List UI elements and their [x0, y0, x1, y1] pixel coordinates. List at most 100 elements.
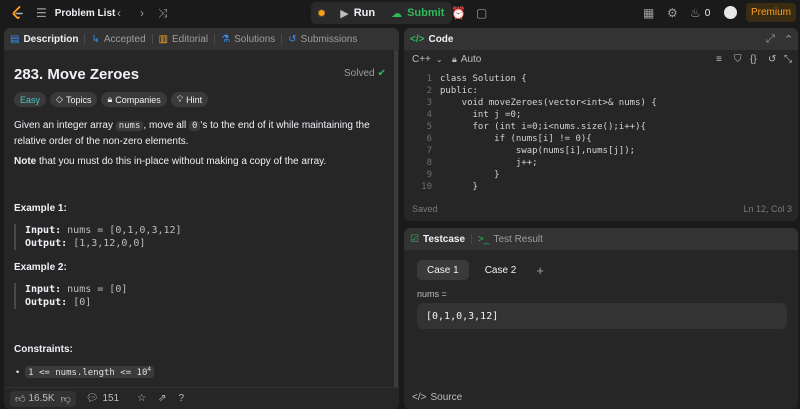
inline-code: nums: [115, 121, 144, 131]
thumbs-up-icon: 👍︎: [15, 393, 26, 405]
avatar[interactable]: [724, 6, 737, 19]
reset-icon[interactable]: ↺: [768, 54, 776, 65]
description-scrollbar[interactable]: [394, 50, 398, 409]
format-icon[interactable]: ≡: [716, 54, 722, 65]
hint-button[interactable]: 💡︎ Hint: [170, 92, 209, 107]
like-button[interactable]: 👍︎ 16.5K 👎︎: [10, 390, 76, 407]
nums-input[interactable]: [0,1,0,3,12]: [417, 303, 787, 329]
code-line: void moveZeroes(vector<int>& nums) {: [440, 98, 657, 108]
premium-button[interactable]: Premium: [746, 3, 796, 22]
tab-solutions[interactable]: ⚗ Solutions: [215, 28, 281, 50]
code-line: swap(nums[i],nums[j]);: [440, 146, 636, 156]
code-line: int j =0;: [440, 110, 522, 120]
description-icon: ▤: [10, 33, 20, 45]
tab-description[interactable]: ▤ Description: [4, 28, 84, 50]
output-label: Output:: [25, 238, 68, 249]
top-bar: ☰ Problem List ‹ › ⤨ ✹ ▶ Run ☁ Submit ⏰ …: [0, 0, 800, 26]
example2-block: Input: nums = [0] Output: [0]: [14, 283, 374, 309]
bookmark-icon[interactable]: ⛉: [734, 54, 742, 65]
code-brackets-icon: </>: [412, 392, 427, 403]
line-number: 3: [426, 98, 432, 108]
braces-icon[interactable]: {}: [750, 54, 757, 65]
nums-label: nums =: [417, 289, 447, 299]
debug-button[interactable]: ✹: [311, 2, 332, 24]
problem-description: Given an integer array nums, move all 0 '…: [14, 118, 384, 149]
like-count: 16.5K: [28, 393, 55, 404]
case-tabs: Case 1 Case 2 +: [417, 260, 548, 280]
leetcode-logo-icon[interactable]: [10, 5, 26, 21]
shuffle-icon[interactable]: ⤨: [158, 0, 168, 26]
input-value: nums = [0]: [67, 284, 128, 295]
bullet: •: [16, 367, 20, 377]
tab-description-label: Description: [23, 33, 79, 45]
prev-problem-icon[interactable]: ‹: [117, 0, 121, 26]
tab-solutions-label: Solutions: [234, 33, 276, 45]
code-line: if (nums[i] != 0){: [440, 134, 592, 144]
layout-icon[interactable]: ▦: [643, 0, 654, 26]
companies-button[interactable]: 🔒︎ Companies: [101, 92, 167, 107]
star-icon[interactable]: ☆: [137, 393, 146, 404]
example2-heading: Example 2:: [14, 262, 67, 273]
problem-title[interactable]: 283. Move Zeroes: [14, 66, 139, 83]
language-select[interactable]: C++ ⌄: [412, 54, 443, 65]
case-1-tab[interactable]: Case 1: [417, 260, 469, 280]
notes-icon[interactable]: ▢: [476, 0, 487, 26]
source-button[interactable]: </> Source: [412, 392, 462, 403]
collapse-icon[interactable]: ⌃: [784, 33, 793, 46]
output-value: [1,3,12,0,0]: [73, 238, 146, 249]
tab-code[interactable]: </> Code: [404, 28, 459, 50]
comment-icon: 💬︎: [85, 393, 99, 404]
code-panel: </> Code ⤢ ⌃ C++ ⌄ 🔒︎ Auto ≡ ⛉ {} ↺ ⤡ 1 …: [404, 28, 798, 221]
streak-counter[interactable]: ♨ 0: [690, 0, 710, 26]
tab-accepted[interactable]: ↳ Accepted: [85, 28, 151, 50]
left-tabbar: ▤ Description ↳ Accepted ▥ Editorial ⚗ S…: [4, 28, 399, 50]
line-number: 8: [426, 158, 432, 168]
topics-button[interactable]: ◇ Topics: [50, 92, 98, 107]
problem-list-button[interactable]: ☰ Problem List: [36, 0, 115, 26]
accepted-icon: ↳: [91, 33, 100, 45]
mode-label: Auto: [460, 53, 482, 65]
run-button[interactable]: ▶ Run: [332, 2, 383, 24]
line-number: 1: [426, 74, 432, 84]
tab-testcase[interactable]: ☑ Testcase: [404, 228, 471, 250]
tab-submissions[interactable]: ↺ Submissions: [282, 28, 363, 50]
streak-count: 0: [704, 7, 711, 19]
description-bottombar: 👍︎ 16.5K 👎︎ 💬︎ 151 ☆ ⇗ ?: [4, 387, 399, 409]
input-value: nums = [0,1,0,3,12]: [67, 225, 182, 236]
editor-toolbar: C++ ⌄ 🔒︎ Auto ≡ ⛉ {} ↺ ⤡: [404, 50, 798, 68]
submit-button[interactable]: ☁ Submit: [383, 2, 452, 24]
cursor-position: Ln 12, Col 3: [743, 204, 792, 214]
constraint-item: • 1 <= nums.length <= 104: [16, 366, 154, 378]
tab-editorial[interactable]: ▥ Editorial: [153, 28, 215, 50]
problem-note: Note that you must do this in-place with…: [14, 154, 384, 169]
help-icon[interactable]: ?: [179, 393, 185, 404]
list-icon: ☰: [36, 6, 47, 20]
add-case-button[interactable]: +: [532, 260, 548, 280]
fullscreen-icon[interactable]: ⤡: [784, 54, 792, 65]
panel-resize-handle[interactable]: [404, 222, 798, 227]
case-2-tab[interactable]: Case 2: [475, 260, 527, 280]
share-icon[interactable]: ⇗: [158, 393, 166, 404]
solved-label: Solved: [344, 68, 375, 79]
next-problem-icon[interactable]: ›: [140, 0, 144, 26]
comment-count: 151: [102, 393, 120, 404]
tab-test-result[interactable]: >_ Test Result: [472, 228, 549, 250]
inline-code: 0: [188, 121, 201, 131]
code-line: class Solution {: [440, 74, 527, 84]
lightbulb-icon: 💡︎: [176, 94, 184, 104]
settings-gear-icon[interactable]: ⚙: [667, 0, 678, 26]
lock-icon: 🔒︎: [107, 94, 113, 104]
note-text: that you must do this in-place without m…: [36, 156, 327, 167]
code-tabbar: </> Code ⤢ ⌃: [404, 28, 798, 50]
expand-icon[interactable]: ⤢: [766, 33, 775, 46]
line-number: 4: [426, 110, 432, 120]
timer-icon[interactable]: ⏰: [451, 0, 466, 26]
tab-code-label: Code: [428, 33, 454, 45]
tab-test-result-label: Test Result: [493, 233, 543, 245]
testcase-panel: ☑ Testcase >_ Test Result Case 1 Case 2 …: [404, 228, 798, 409]
code-line: }: [440, 170, 500, 180]
output-value: [0]: [73, 297, 92, 308]
editorial-icon: ▥: [158, 33, 169, 45]
auto-mode-toggle[interactable]: 🔒︎ Auto: [452, 54, 481, 65]
comments-button[interactable]: 💬︎ 151: [86, 393, 119, 404]
